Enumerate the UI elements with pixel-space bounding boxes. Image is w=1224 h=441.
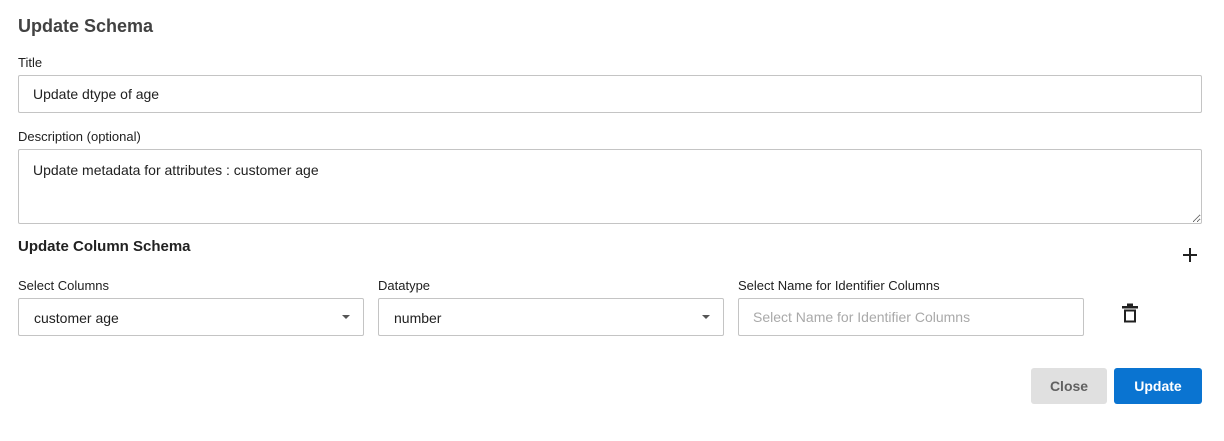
close-button[interactable]: Close xyxy=(1031,368,1107,404)
title-input[interactable] xyxy=(18,75,1202,113)
title-label: Title xyxy=(18,55,43,70)
chevron-down-icon xyxy=(702,315,710,319)
datatype-dropdown[interactable]: number xyxy=(378,298,724,336)
column-schema-section-title: Update Column Schema xyxy=(18,238,191,255)
datatype-label: Datatype xyxy=(378,278,431,293)
chevron-down-icon xyxy=(342,315,350,319)
select-columns-dropdown[interactable]: customer age xyxy=(18,298,364,336)
select-columns-label: Select Columns xyxy=(18,278,110,293)
identifier-input[interactable] xyxy=(738,298,1084,336)
datatype-value: number xyxy=(394,310,442,326)
trash-icon[interactable] xyxy=(1121,303,1139,323)
dialog-title: Update Schema xyxy=(18,16,154,36)
description-textarea[interactable]: Update metadata for attributes : custome… xyxy=(18,149,1202,224)
description-label: Description (optional) xyxy=(18,129,141,144)
update-button[interactable]: Update xyxy=(1114,368,1202,404)
select-columns-value: customer age xyxy=(34,310,119,326)
plus-icon[interactable] xyxy=(1180,245,1200,265)
identifier-label: Select Name for Identifier Columns xyxy=(738,278,940,293)
